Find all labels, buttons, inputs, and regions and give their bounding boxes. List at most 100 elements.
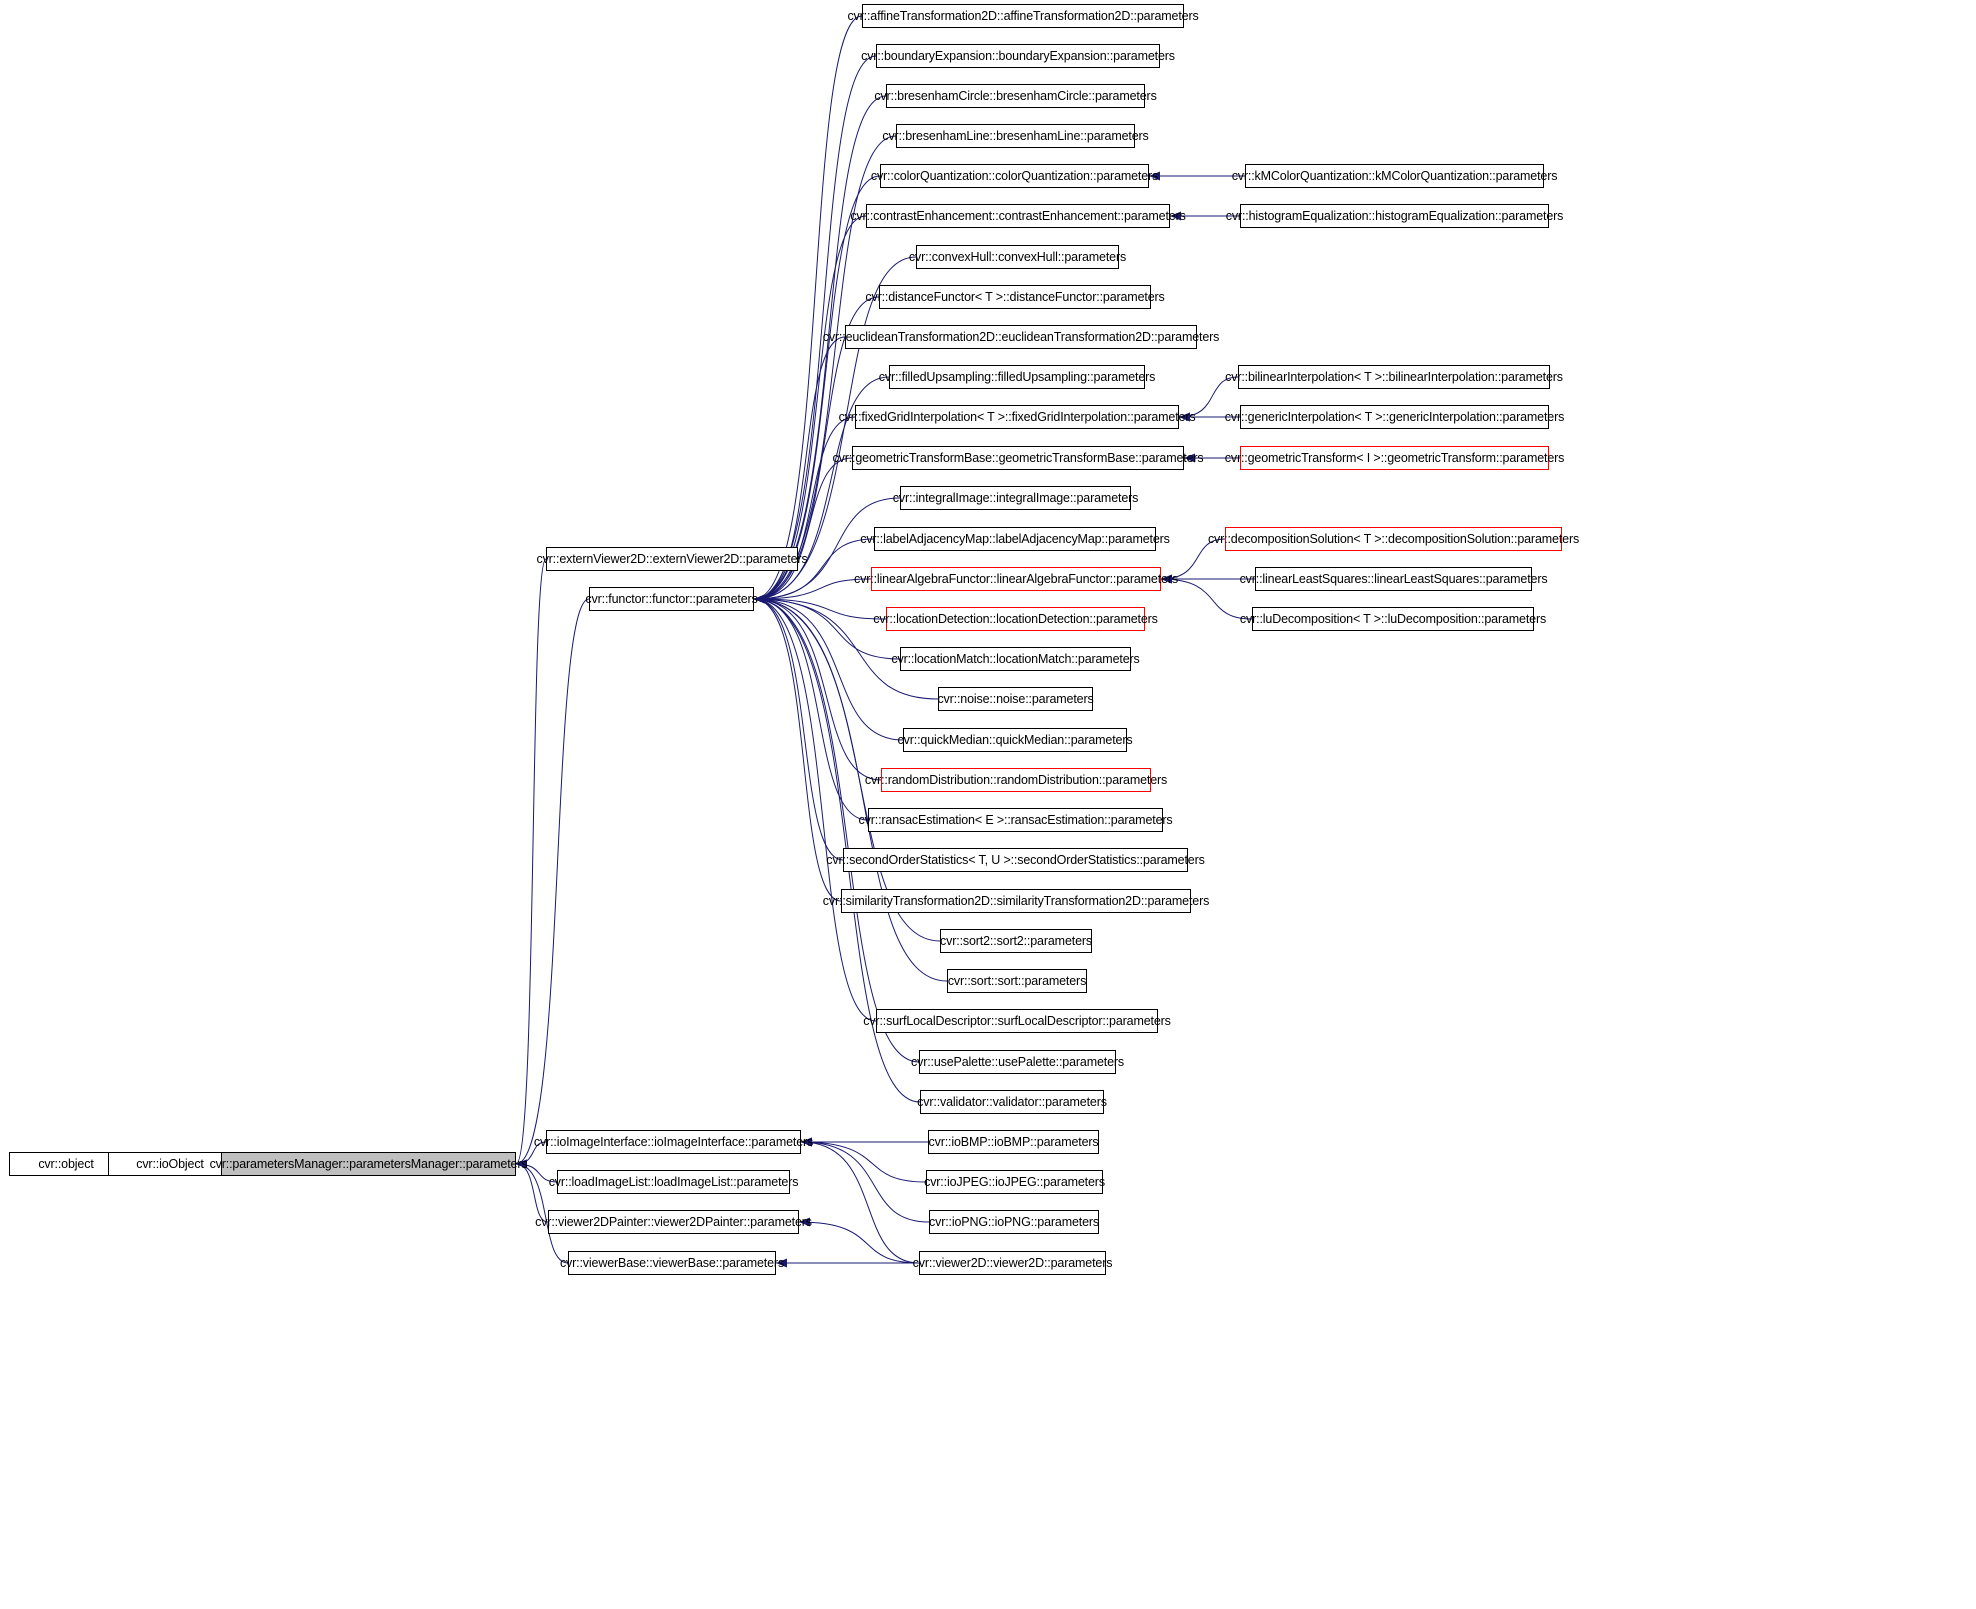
graph-node-label: cvr::geometricTransform< I >::geometricT… bbox=[1224, 450, 1565, 465]
graph-node-locationDetection[interactable]: cvr::locationDetection::locationDetectio… bbox=[873, 607, 1158, 631]
graph-node-luDecomposition[interactable]: cvr::luDecomposition< T >::luDecompositi… bbox=[1240, 607, 1546, 631]
graph-node-label: cvr::functor::functor::parameters bbox=[585, 591, 758, 606]
graph-node-geometricTransform[interactable]: cvr::geometricTransform< I >::geometricT… bbox=[1225, 446, 1564, 470]
graph-node-integralImage[interactable]: cvr::integralImage::integralImage::param… bbox=[893, 486, 1138, 510]
graph-node-label: cvr::bilinearInterpolation< T >::bilinea… bbox=[1225, 369, 1563, 384]
graph-node-label: cvr::locationMatch::locationMatch::param… bbox=[891, 651, 1140, 666]
graph-node-secondOrderStatistics[interactable]: cvr::secondOrderStatistics< T, U >::seco… bbox=[826, 848, 1205, 872]
graph-node-ransacEstimation[interactable]: cvr::ransacEstimation< E >::ransacEstima… bbox=[859, 808, 1173, 832]
graph-node-kMColorQuantization[interactable]: cvr::kMColorQuantization::kMColorQuantiz… bbox=[1232, 164, 1557, 188]
graph-edge bbox=[753, 457, 853, 600]
graph-edge bbox=[753, 15, 863, 600]
graph-node-noise[interactable]: cvr::noise::noise::parameters bbox=[937, 687, 1094, 711]
graph-edge bbox=[753, 598, 901, 660]
graph-edge bbox=[753, 215, 867, 600]
graph-node-sort2[interactable]: cvr::sort2::sort2::parameters bbox=[940, 929, 1092, 953]
graph-node-label: cvr::linearAlgebraFunctor::linearAlgebra… bbox=[854, 571, 1178, 586]
graph-node-validator[interactable]: cvr::validator::validator::parameters bbox=[917, 1090, 1107, 1114]
graph-node-label: cvr::randomDistribution::randomDistribut… bbox=[864, 772, 1168, 787]
graph-node-usePalette[interactable]: cvr::usePalette::usePalette::parameters bbox=[911, 1050, 1124, 1074]
graph-node-label: cvr::ioBMP::ioBMP::parameters bbox=[928, 1134, 1099, 1149]
graph-edge bbox=[515, 598, 590, 1165]
graph-node-label: cvr::ioImageInterface::ioImageInterface:… bbox=[533, 1134, 814, 1149]
graph-node-label: cvr::sort2::sort2::parameters bbox=[940, 933, 1092, 948]
graph-node-label: cvr::locationDetection::locationDetectio… bbox=[873, 611, 1158, 626]
graph-node-ioImageInterface[interactable]: cvr::ioImageInterface::ioImageInterface:… bbox=[534, 1130, 813, 1154]
graph-node-label: cvr::contrastEnhancement::contrastEnhanc… bbox=[850, 208, 1186, 223]
graph-node-label: cvr::fixedGridInterpolation< T >::fixedG… bbox=[838, 409, 1196, 424]
graph-node-label: cvr::loadImageList::loadImageList::param… bbox=[548, 1174, 799, 1189]
graph-node-bresenhamCircle[interactable]: cvr::bresenhamCircle::bresenhamCircle::p… bbox=[874, 84, 1157, 108]
graph-node-bilinearInterpolation[interactable]: cvr::bilinearInterpolation< T >::bilinea… bbox=[1225, 365, 1563, 389]
graph-node-bresenhamLine[interactable]: cvr::bresenhamLine::bresenhamLine::param… bbox=[882, 124, 1149, 148]
graph-node-randomDistribution[interactable]: cvr::randomDistribution::randomDistribut… bbox=[865, 768, 1167, 792]
graph-node-label: cvr::usePalette::usePalette::parameters bbox=[911, 1054, 1125, 1069]
graph-node-label: cvr::linearLeastSquares::linearLeastSqua… bbox=[1239, 571, 1548, 586]
graph-edge bbox=[753, 416, 856, 600]
graph-node-viewerBase[interactable]: cvr::viewerBase::viewerBase::parameters bbox=[560, 1251, 784, 1275]
graph-node-filledUpsampling[interactable]: cvr::filledUpsampling::filledUpsampling:… bbox=[879, 365, 1155, 389]
graph-node-affineTransformation2D[interactable]: cvr::affineTransformation2D::affineTrans… bbox=[847, 4, 1199, 28]
graph-node-object[interactable]: cvr::object bbox=[9, 1152, 123, 1176]
graph-node-label: cvr::object bbox=[38, 1156, 94, 1171]
graph-edge bbox=[800, 1141, 927, 1183]
graph-node-label: cvr::validator::validator::parameters bbox=[917, 1094, 1107, 1109]
graph-node-label: cvr::bresenhamCircle::bresenhamCircle::p… bbox=[874, 88, 1157, 103]
graph-node-colorQuantization[interactable]: cvr::colorQuantization::colorQuantizatio… bbox=[871, 164, 1158, 188]
graph-node-contrastEnhancement[interactable]: cvr::contrastEnhancement::contrastEnhanc… bbox=[850, 204, 1186, 228]
graph-edge bbox=[753, 598, 844, 861]
graph-edge bbox=[798, 1221, 920, 1264]
graph-node-label: cvr::filledUpsampling::filledUpsampling:… bbox=[878, 369, 1156, 384]
graph-node-label: cvr::viewer2DPainter::viewer2DPainter::p… bbox=[535, 1214, 812, 1229]
graph-node-locationMatch[interactable]: cvr::locationMatch::locationMatch::param… bbox=[891, 647, 1140, 671]
graph-node-distanceFunctor[interactable]: cvr::distanceFunctor< T >::distanceFunct… bbox=[865, 285, 1165, 309]
graph-edge bbox=[753, 598, 887, 620]
graph-node-boundaryExpansion[interactable]: cvr::boundaryExpansion::boundaryExpansio… bbox=[861, 44, 1175, 68]
graph-edge bbox=[800, 1141, 920, 1264]
graph-node-ioJPEG[interactable]: cvr::ioJPEG::ioJPEG::parameters bbox=[924, 1170, 1105, 1194]
graph-node-euclideanTransformation2D[interactable]: cvr::euclideanTransformation2D::euclidea… bbox=[823, 325, 1219, 349]
graph-node-linearLeastSquares[interactable]: cvr::linearLeastSquares::linearLeastSqua… bbox=[1240, 567, 1548, 591]
graph-node-fixedGridInterpolation[interactable]: cvr::fixedGridInterpolation< T >::fixedG… bbox=[839, 405, 1196, 429]
graph-node-loadImageList[interactable]: cvr::loadImageList::loadImageList::param… bbox=[549, 1170, 798, 1194]
graph-node-labelAdjacencyMap[interactable]: cvr::labelAdjacencyMap::labelAdjacencyMa… bbox=[860, 527, 1170, 551]
graph-node-label: cvr::ioPNG::ioPNG::parameters bbox=[929, 1214, 1100, 1229]
graph-node-externViewer2D[interactable]: cvr::externViewer2D::externViewer2D::par… bbox=[536, 547, 808, 571]
graph-node-decompositionSolution[interactable]: cvr::decompositionSolution< T >::decompo… bbox=[1208, 527, 1579, 551]
graph-node-viewer2DPainter[interactable]: cvr::viewer2DPainter::viewer2DPainter::p… bbox=[535, 1210, 812, 1234]
graph-node-label: cvr::viewerBase::viewerBase::parameters bbox=[559, 1255, 785, 1270]
graph-node-histogramEqualization[interactable]: cvr::histogramEqualization::histogramEqu… bbox=[1226, 204, 1563, 228]
graph-node-ioBMP[interactable]: cvr::ioBMP::ioBMP::parameters bbox=[928, 1130, 1099, 1154]
graph-node-label: cvr::bresenhamLine::bresenhamLine::param… bbox=[882, 128, 1149, 143]
graph-node-label: cvr::ioJPEG::ioJPEG::parameters bbox=[924, 1174, 1105, 1189]
graph-node-similarityTransformation2D[interactable]: cvr::similarityTransformation2D::similar… bbox=[823, 889, 1209, 913]
graph-node-label: cvr::genericInterpolation< T >::genericI… bbox=[1224, 409, 1565, 424]
graph-node-label: cvr::sort::sort::parameters bbox=[947, 973, 1087, 988]
graph-node-label: cvr::externViewer2D::externViewer2D::par… bbox=[536, 551, 808, 566]
graph-node-sort[interactable]: cvr::sort::sort::parameters bbox=[947, 969, 1087, 993]
graph-node-label: cvr::decompositionSolution< T >::decompo… bbox=[1207, 531, 1580, 546]
graph-node-label: cvr::kMColorQuantization::kMColorQuantiz… bbox=[1231, 168, 1558, 183]
graph-node-functor[interactable]: cvr::functor::functor::parameters bbox=[585, 587, 758, 611]
graph-node-label: cvr::surfLocalDescriptor::surfLocalDescr… bbox=[863, 1013, 1171, 1028]
graph-node-geometricTransformBase[interactable]: cvr::geometricTransformBase::geometricTr… bbox=[833, 446, 1204, 470]
graph-edge bbox=[753, 598, 877, 1022]
graph-node-quickMedian[interactable]: cvr::quickMedian::quickMedian::parameter… bbox=[898, 728, 1133, 752]
graph-edge bbox=[515, 558, 547, 1165]
graph-node-label: cvr::convexHull::convexHull::parameters bbox=[908, 249, 1127, 264]
graph-node-label: cvr::affineTransformation2D::affineTrans… bbox=[847, 8, 1199, 23]
graph-node-label: cvr::labelAdjacencyMap::labelAdjacencyMa… bbox=[860, 531, 1170, 546]
graph-node-convexHull[interactable]: cvr::convexHull::convexHull::parameters bbox=[909, 245, 1126, 269]
graph-node-linearAlgebraFunctor[interactable]: cvr::linearAlgebraFunctor::linearAlgebra… bbox=[854, 567, 1178, 591]
graph-node-label: cvr::viewer2D::viewer2D::parameters bbox=[912, 1255, 1113, 1270]
graph-node-surfLocalDescriptor[interactable]: cvr::surfLocalDescriptor::surfLocalDescr… bbox=[863, 1009, 1171, 1033]
graph-node-label: cvr::boundaryExpansion::boundaryExpansio… bbox=[861, 48, 1175, 63]
graph-node-viewer2D[interactable]: cvr::viewer2D::viewer2D::parameters bbox=[913, 1251, 1112, 1275]
graph-node-ioPNG[interactable]: cvr::ioPNG::ioPNG::parameters bbox=[929, 1210, 1099, 1234]
graph-node-label: cvr::euclideanTransformation2D::euclidea… bbox=[822, 329, 1220, 344]
graph-node-label: cvr::parametersManager::parametersManage… bbox=[209, 1156, 528, 1171]
graph-node-label: cvr::secondOrderStatistics< T, U >::seco… bbox=[826, 852, 1205, 867]
graph-edge bbox=[515, 1163, 549, 1223]
graph-node-genericInterpolation[interactable]: cvr::genericInterpolation< T >::genericI… bbox=[1225, 405, 1564, 429]
graph-node-label: cvr::similarityTransformation2D::similar… bbox=[822, 893, 1210, 908]
